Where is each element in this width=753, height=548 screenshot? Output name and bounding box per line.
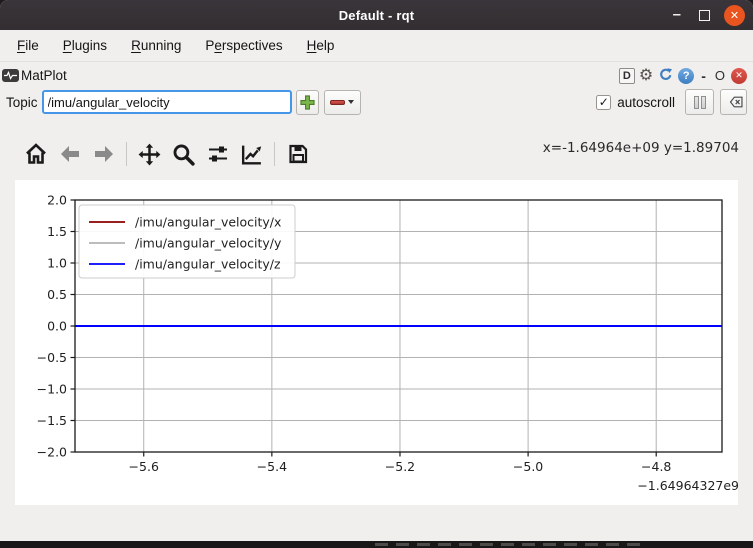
- window-title: Default - rqt: [339, 8, 415, 23]
- home-icon: [24, 142, 48, 166]
- mpl-toolbar: [22, 136, 311, 172]
- pause-button[interactable]: [685, 89, 714, 115]
- svg-text:−5.6: −5.6: [129, 459, 159, 474]
- zoom-button[interactable]: [170, 139, 197, 169]
- plugin-float-icon[interactable]: O: [713, 68, 727, 83]
- menu-item-plugins[interactable]: Plugins: [52, 33, 118, 58]
- window-controls: – ✕: [669, 0, 745, 30]
- plugin-titlebar: MatPlot D ⚙ ? - O ✕: [0, 63, 753, 88]
- svg-text:−2.0: −2.0: [37, 445, 67, 460]
- legend-entry: /imu/angular_velocity/z: [135, 257, 281, 272]
- cursor-coords-readout: x=-1.64964e+09 y=1.89704: [543, 140, 739, 156]
- settings-gear-icon[interactable]: ⚙: [639, 68, 653, 84]
- autoscroll-checkbox[interactable]: ✓: [596, 95, 611, 110]
- svg-text:−5.2: −5.2: [385, 459, 415, 474]
- plus-icon: [299, 94, 316, 111]
- matplot-waveform-icon: [2, 69, 19, 82]
- line-chart-icon: [239, 142, 264, 167]
- background-window-text-blur: [375, 543, 640, 546]
- topic-row-right: ✓ autoscroll: [596, 89, 747, 115]
- back-button[interactable]: [56, 139, 83, 169]
- menu-item-file[interactable]: File: [6, 33, 50, 58]
- svg-text:0.0: 0.0: [47, 319, 67, 334]
- clear-button[interactable]: [720, 89, 747, 115]
- menu-item-running[interactable]: Running: [120, 33, 192, 58]
- svg-text:−5.4: −5.4: [257, 459, 287, 474]
- plugin-close-icon[interactable]: ✕: [731, 68, 747, 84]
- pan-button[interactable]: [136, 139, 163, 169]
- red-minus-icon: [330, 100, 345, 105]
- remove-topic-button[interactable]: [324, 90, 361, 115]
- plugin-title: MatPlot: [21, 68, 67, 83]
- forward-button[interactable]: [90, 139, 117, 169]
- titlebar[interactable]: Default - rqt – ✕: [0, 0, 753, 30]
- legend-entry: /imu/angular_velocity/x: [135, 215, 281, 230]
- svg-text:−0.5: −0.5: [37, 350, 67, 365]
- svg-text:−5.0: −5.0: [513, 459, 543, 474]
- plot-canvas[interactable]: −5.6 −5.4 −5.2 −5.0 −4.8 2.0 1.5 1.0 0.5 0.0 −0.5 −…: [15, 180, 738, 505]
- plugin-controls: D ⚙ ? - O ✕: [619, 67, 747, 84]
- help-icon[interactable]: ?: [678, 68, 694, 84]
- add-topic-button[interactable]: [296, 90, 319, 115]
- autoscroll-label: autoscroll: [617, 95, 675, 110]
- edit-axes-button[interactable]: [238, 139, 265, 169]
- svg-text:1.0: 1.0: [47, 256, 67, 271]
- dropdown-arrow-icon: [348, 100, 354, 104]
- plugin-minimize-icon[interactable]: -: [698, 68, 709, 84]
- rqt-window: Default - rqt – ✕ FilePluginsRunningPers…: [0, 0, 753, 541]
- configure-subplots-button[interactable]: [204, 139, 231, 169]
- floppy-save-icon: [286, 142, 310, 166]
- svg-text:−1.64964327e9: −1.64964327e9: [637, 478, 738, 493]
- svg-text:0.5: 0.5: [47, 287, 67, 302]
- window-close-button[interactable]: ✕: [724, 5, 745, 26]
- forward-arrow-icon: [92, 142, 116, 166]
- topic-row: Topic ✓ autoscroll: [0, 88, 753, 116]
- svg-text:2.0: 2.0: [47, 193, 67, 208]
- svg-text:1.5: 1.5: [47, 224, 67, 239]
- backspace-icon: [725, 95, 743, 109]
- topic-label: Topic: [6, 95, 38, 110]
- menubar-items: FilePluginsRunningPerspectivesHelp: [0, 30, 753, 62]
- window-minimize-button[interactable]: –: [669, 10, 685, 20]
- window-maximize-button[interactable]: [699, 10, 710, 21]
- save-button[interactable]: [284, 139, 311, 169]
- screen: Default - rqt – ✕ FilePluginsRunningPers…: [0, 0, 753, 548]
- dock-icon[interactable]: D: [619, 68, 635, 84]
- home-button[interactable]: [22, 139, 49, 169]
- topic-input[interactable]: [42, 90, 292, 114]
- reload-icon[interactable]: [657, 67, 674, 84]
- pan-icon: [137, 142, 162, 167]
- menu-item-help[interactable]: Help: [296, 33, 346, 58]
- menu-item-perspectives[interactable]: Perspectives: [194, 33, 293, 58]
- legend-entry: /imu/angular_velocity/y: [135, 236, 282, 251]
- svg-text:−1.0: −1.0: [37, 382, 67, 397]
- plot-svg[interactable]: −5.6 −5.4 −5.2 −5.0 −4.8 2.0 1.5 1.0 0.5 0.0 −0.5 −…: [15, 180, 738, 505]
- back-arrow-icon: [58, 142, 82, 166]
- toolbar-separator: [126, 142, 127, 166]
- pause-icon: [694, 96, 699, 109]
- magnifier-icon: [171, 142, 196, 167]
- background-window-strip: [0, 541, 753, 548]
- sliders-icon: [206, 142, 230, 166]
- svg-text:−1.5: −1.5: [37, 413, 67, 428]
- svg-text:−4.8: −4.8: [641, 459, 671, 474]
